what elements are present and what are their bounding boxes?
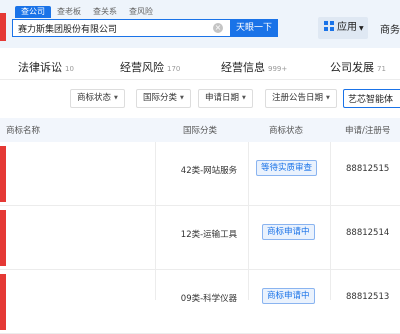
top-header: 查公司 查老板 查关系 查风险 × 天眼一下 应用▼ 商务 (0, 0, 400, 48)
status-badge: 等待实质审查 (256, 160, 318, 176)
filter-label: 注册公告日期 (272, 93, 324, 103)
filter-status[interactable]: 商标状态 ▼ (70, 89, 125, 108)
tab-label: 法律诉讼 (18, 61, 62, 74)
tab-label: 公司发展 (330, 61, 374, 74)
search-button[interactable]: 天眼一下 (230, 19, 278, 37)
chevron-down-icon: ▼ (114, 95, 118, 101)
row-class: 12类-运输工具 (180, 230, 238, 240)
trademark-image[interactable] (0, 274, 6, 330)
tab-operation-risk[interactable]: 经营风险 170 (120, 59, 180, 75)
tab-count: 71 (377, 65, 386, 73)
filter-apply-date[interactable]: 申请日期 ▼ (198, 89, 253, 108)
tab-development[interactable]: 公司发展 71 (330, 59, 386, 75)
table-row[interactable]: 12类-运输工具 商标申请中 88812514 (0, 206, 400, 270)
tab-risk[interactable]: 查风险 (123, 6, 159, 18)
tab-relation[interactable]: 查关系 (87, 6, 123, 18)
col-intl-class[interactable]: 国际分类 (183, 124, 217, 136)
apps-label: 应用 (337, 22, 357, 33)
filter-label: 申请日期 (205, 93, 240, 103)
chevron-down-icon: ▼ (326, 95, 330, 101)
apps-menu-button[interactable]: 应用 ▼ (318, 17, 368, 39)
apps-grid-icon (324, 21, 334, 31)
table-header: 商标名称 国际分类 商标状态 申请/注册号 (0, 118, 400, 142)
caret-down-icon: ▼ (359, 25, 364, 32)
search-type-tabs: 查公司 查老板 查关系 查风险 (15, 6, 159, 18)
filter-bar: 商标状态 ▼ 国际分类 ▼ 申请日期 ▼ 注册公告日期 ▼ (0, 86, 400, 112)
row-class: 09类-科学仪器 (180, 294, 238, 304)
status-badge: 商标申请中 (262, 224, 315, 240)
col-trademark-name: 商标名称 (6, 126, 41, 136)
row-reg-no: 88812515 (346, 164, 390, 174)
chevron-down-icon: ▼ (242, 95, 246, 101)
trademark-image[interactable] (0, 146, 6, 202)
filter-intl-class[interactable]: 国际分类 ▼ (136, 89, 191, 108)
tab-count: 170 (167, 65, 181, 73)
search-box: × (12, 19, 230, 37)
tab-count: 999+ (268, 65, 288, 73)
chevron-down-icon: ▼ (180, 95, 184, 101)
row-reg-no: 88812513 (346, 292, 390, 302)
tab-boss[interactable]: 查老板 (51, 6, 87, 18)
row-class: 42类-网站服务 (180, 166, 238, 176)
tab-count: 10 (65, 65, 74, 73)
filter-label: 国际分类 (143, 93, 178, 103)
filter-announce-date[interactable]: 注册公告日期 ▼ (265, 89, 337, 108)
trademark-image[interactable] (0, 210, 6, 266)
trademark-search-input[interactable] (343, 89, 400, 108)
tab-label: 经营信息 (221, 61, 265, 74)
col-reg-no: 申请/注册号 (345, 126, 391, 136)
row-reg-no: 88812514 (346, 228, 390, 238)
table-row[interactable]: 09类-科学仪器 商标申请中 88812513 (0, 270, 400, 334)
search-input[interactable] (18, 20, 208, 36)
tab-legal[interactable]: 法律诉讼 10 (18, 59, 74, 75)
clear-icon[interactable]: × (213, 23, 223, 33)
status-badge: 商标申请中 (262, 288, 315, 304)
filter-label: 商标状态 (77, 93, 112, 103)
tab-label: 经营风险 (120, 61, 164, 74)
tab-operation-info[interactable]: 经营信息 999+ (221, 59, 287, 75)
logo[interactable] (0, 13, 6, 41)
table-row[interactable]: 42类-网站服务 等待实质审查 88812515 (0, 142, 400, 206)
category-tabs: 法律诉讼 10 经营风险 170 经营信息 999+ 公司发展 71 (0, 52, 400, 80)
col-status[interactable]: 商标状态 (269, 124, 303, 136)
tab-company[interactable]: 查公司 (15, 6, 51, 18)
business-link[interactable]: 商务 (380, 21, 400, 36)
